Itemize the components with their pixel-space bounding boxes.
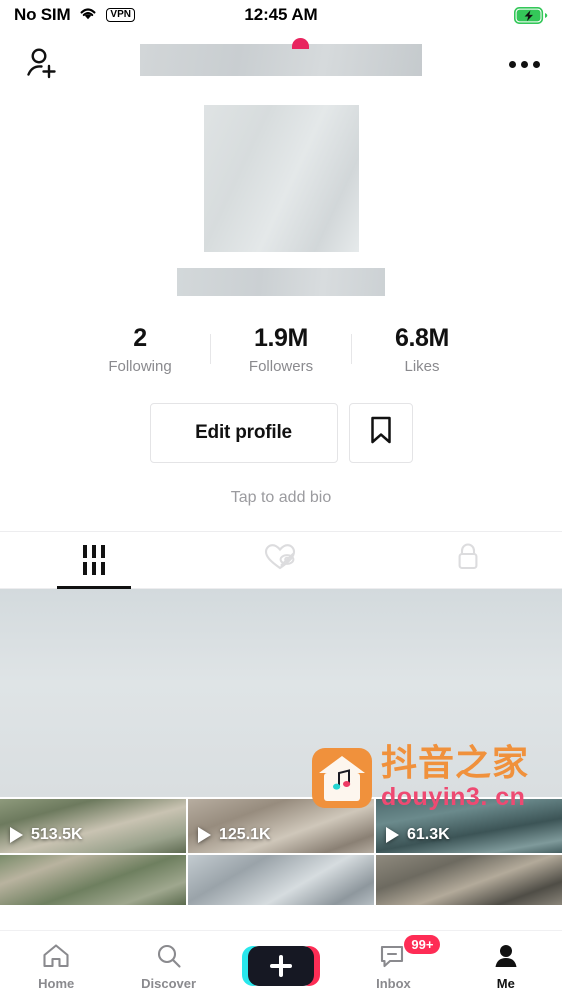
following-label: Following — [108, 357, 172, 375]
redacted-username-banner — [140, 38, 422, 76]
play-icon — [198, 826, 211, 843]
followers-count: 1.9M — [254, 324, 308, 352]
tab-liked-hidden[interactable] — [187, 532, 374, 588]
person-filled-icon — [491, 941, 521, 971]
view-count-badge: 61.3K — [386, 826, 450, 844]
video-cell[interactable]: 513.5K — [0, 798, 186, 853]
add-person-icon[interactable] — [22, 43, 64, 85]
nav-label-inbox: Inbox — [376, 975, 411, 991]
status-bar-time: 12:45 AM — [244, 5, 318, 24]
nav-item-discover[interactable]: Discover — [112, 941, 224, 991]
bottom-navigation: Home Discover 99+ Inbox Me — [0, 930, 562, 1000]
grid-icon — [82, 544, 105, 575]
bookmark-icon — [368, 415, 394, 450]
username-container — [0, 268, 562, 296]
notification-dot — [292, 38, 310, 49]
inbox-badge: 99+ — [404, 934, 441, 955]
nav-item-me[interactable]: Me — [450, 941, 562, 991]
nav-item-home[interactable]: Home — [0, 941, 112, 991]
home-icon — [41, 941, 71, 971]
avatar-container[interactable] — [0, 105, 562, 252]
view-count: 125.1K — [219, 825, 271, 843]
profile-stats: 2 Following 1.9M Followers 6.8M Likes — [0, 324, 562, 375]
avatar[interactable] — [203, 105, 359, 252]
plus-vertical — [279, 954, 284, 977]
profile-actions: Edit profile — [0, 402, 562, 463]
content-tabs — [0, 530, 562, 589]
edit-profile-button[interactable]: Edit profile — [149, 402, 338, 463]
profile-header — [0, 30, 562, 98]
following-count: 2 — [133, 324, 147, 352]
nav-label-me: Me — [496, 975, 515, 991]
bio-placeholder[interactable]: Tap to add bio — [0, 489, 562, 507]
nav-label-home: Home — [38, 975, 75, 991]
video-cell[interactable] — [376, 854, 562, 905]
stat-following[interactable]: 2 Following — [70, 324, 210, 375]
tiktok-profile-screen: No SIM VPN 12:45 AM 2 Following 1.9M Fol… — [0, 0, 562, 1000]
view-count-badge: 513.5K — [10, 826, 83, 844]
play-icon — [386, 826, 399, 843]
video-cell[interactable]: 125.1K — [188, 798, 374, 853]
heart-hidden-icon — [263, 541, 299, 578]
lock-icon — [454, 541, 482, 578]
battery-charging-icon — [514, 6, 548, 24]
tab-private[interactable] — [375, 532, 562, 588]
nav-item-create[interactable] — [225, 945, 337, 986]
profile-title-redacted — [0, 38, 562, 76]
create-plus-icon[interactable] — [242, 945, 321, 986]
nav-label-discover: Discover — [141, 975, 197, 991]
stat-likes[interactable]: 6.8M Likes — [352, 324, 492, 375]
video-cell[interactable] — [188, 854, 374, 905]
username-redacted — [177, 268, 385, 296]
likes-label: Likes — [404, 357, 440, 375]
featured-video-cell[interactable] — [0, 588, 562, 797]
create-button[interactable] — [242, 945, 321, 986]
nav-item-inbox[interactable]: 99+ Inbox — [337, 934, 449, 991]
followers-label: Followers — [248, 357, 314, 375]
likes-count: 6.8M — [395, 324, 449, 352]
video-cell[interactable] — [0, 854, 186, 905]
search-icon — [154, 941, 184, 971]
view-count: 61.3K — [407, 825, 450, 843]
view-count: 513.5K — [31, 825, 83, 843]
bookmark-button[interactable] — [348, 402, 413, 463]
message-icon: 99+ — [378, 934, 441, 971]
video-grid: 513.5K 125.1K 61.3K — [0, 588, 562, 905]
tab-posts[interactable] — [0, 532, 187, 589]
video-cell[interactable]: 61.3K — [376, 798, 562, 853]
status-bar: No SIM VPN 12:45 AM — [0, 0, 562, 30]
view-count-badge: 125.1K — [198, 826, 271, 844]
play-icon — [10, 826, 23, 843]
stat-followers[interactable]: 1.9M Followers — [211, 324, 351, 375]
